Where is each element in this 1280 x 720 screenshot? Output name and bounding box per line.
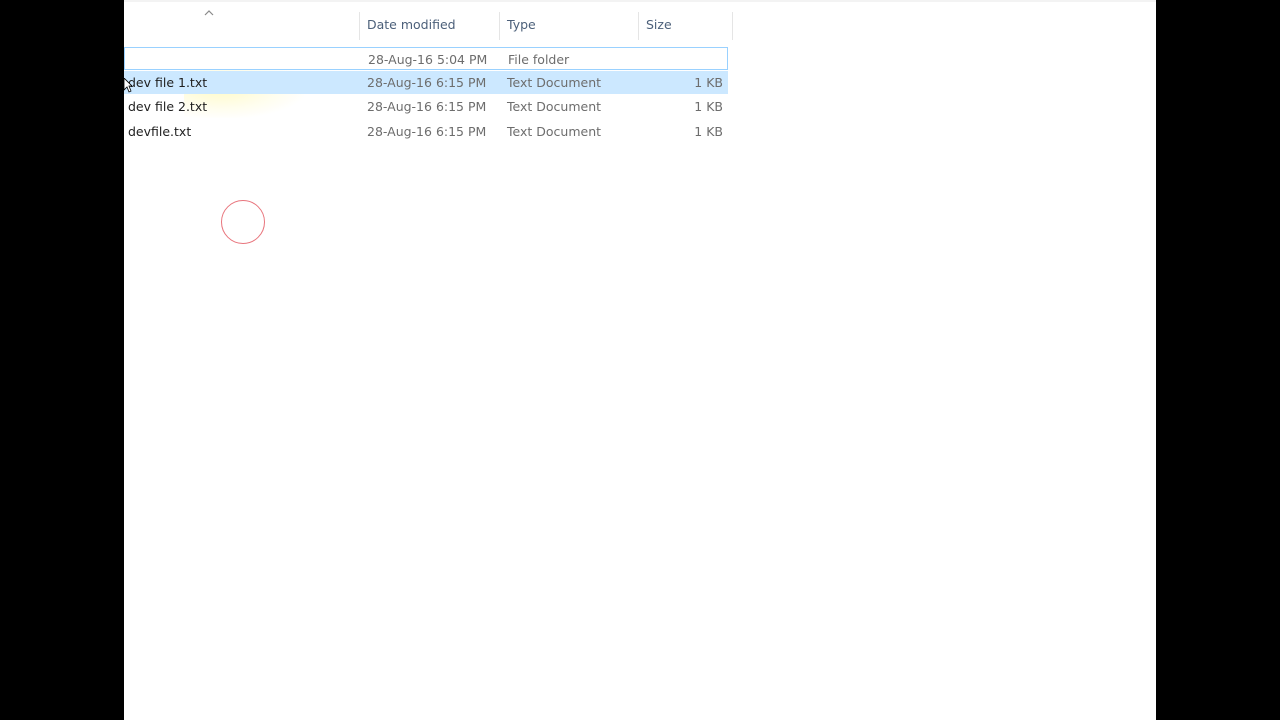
- file-name: devfile.txt: [128, 124, 192, 139]
- sort-ascending-icon: [203, 3, 215, 16]
- column-separator[interactable]: [732, 12, 733, 40]
- file-date-modified: 28-Aug-16 6:15 PM: [367, 124, 487, 139]
- file-row-folder[interactable]: 28-Aug-16 5:04 PM File folder: [124, 47, 728, 70]
- file-type: Text Document: [507, 75, 602, 90]
- file-row-devfile[interactable]: devfile.txt 28-Aug-16 6:15 PM Text Docum…: [124, 120, 728, 143]
- file-type: Text Document: [507, 99, 602, 114]
- file-name: dev file 2.txt: [128, 99, 208, 114]
- column-header-date-modified[interactable]: Date modified: [359, 12, 499, 38]
- click-indicator-ring: [221, 200, 265, 244]
- file-row-dev-file-1[interactable]: dev file 1.txt 28-Aug-16 6:15 PM Text Do…: [124, 71, 728, 94]
- mouse-pointer-icon: [124, 77, 133, 94]
- file-date-modified: 28-Aug-16 6:15 PM: [367, 75, 487, 90]
- file-name: dev file 1.txt: [128, 75, 208, 90]
- file-date-modified: 28-Aug-16 6:15 PM: [367, 99, 487, 114]
- column-header-type[interactable]: Type: [499, 12, 638, 38]
- top-strip: [124, 0, 1156, 2]
- file-size: 1 KB: [694, 75, 723, 90]
- file-date-modified: 28-Aug-16 5:04 PM: [368, 52, 488, 67]
- file-size: 1 KB: [694, 99, 723, 114]
- file-type: Text Document: [507, 124, 602, 139]
- column-header-size[interactable]: Size: [638, 12, 732, 38]
- file-row-dev-file-2[interactable]: dev file 2.txt 28-Aug-16 6:15 PM Text Do…: [124, 95, 728, 118]
- file-size: [643, 48, 723, 71]
- file-size: 1 KB: [694, 124, 723, 139]
- file-type: File folder: [508, 52, 570, 67]
- file-explorer-details-view: Date modified Type Size 28-Aug-16 5:04 P…: [124, 0, 1156, 720]
